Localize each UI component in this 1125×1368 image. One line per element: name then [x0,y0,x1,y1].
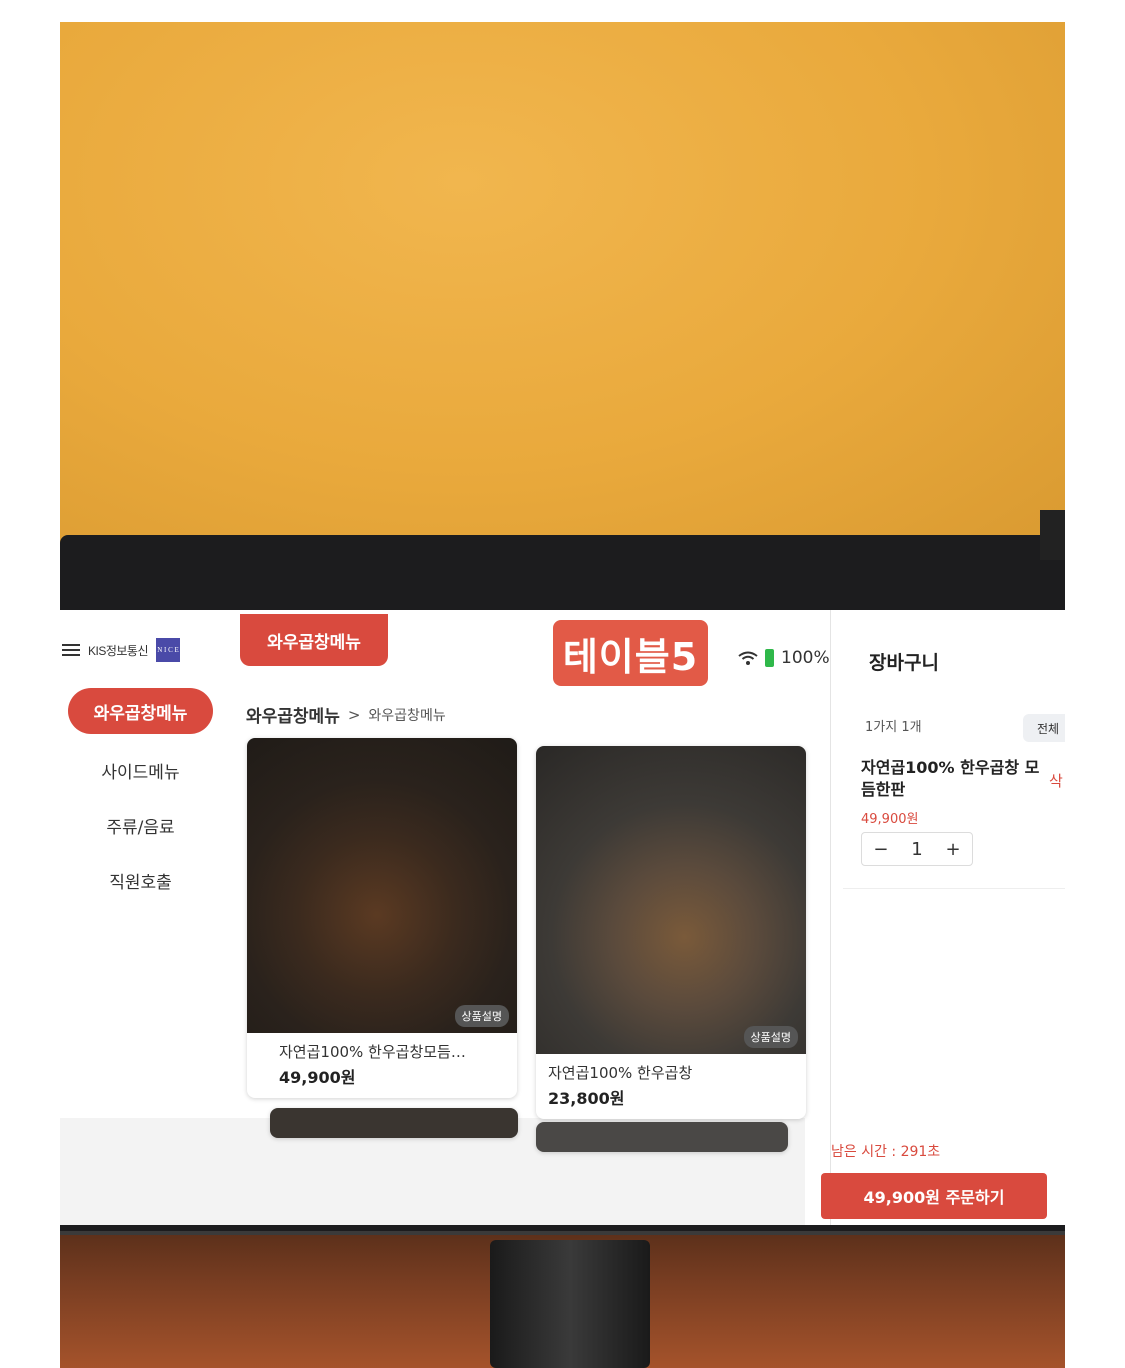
cart-title: 장바구니 [869,652,939,674]
remaining-time: 남은 시간 : 291초 [831,1144,941,1160]
status-bar: 100% [738,648,830,668]
cart-all-button[interactable]: 전체 [1023,714,1065,742]
breadcrumb-main: 와우곱창메뉴 [246,707,340,727]
product-name: 자연곱100% 한우곱창모듬… [279,1043,466,1061]
cart-item-name: 자연곱100% 한우곱창 모듬한판 [861,758,1040,799]
product-price: 49,900원 [279,1068,356,1087]
wifi-icon [738,651,758,665]
quantity-stepper: − 1 + [861,832,973,866]
product-image: 상품설명 [536,746,806,1054]
breadcrumb-sub: 와우곱창메뉴 [368,707,446,724]
battery-icon [765,649,774,667]
cart-count: 1가지 1개 [865,720,922,735]
background-wall [60,22,1065,552]
table-number-badge: 테이블5 [553,620,708,686]
product-description-button[interactable]: 상품설명 [743,1026,798,1048]
brand-header: KIS정보통신 N I C E [62,638,181,662]
battery-percent: 100% [781,648,830,668]
product-card[interactable]: 상품설명 자연곱100% 한우곱창 23,800원 [536,746,806,1119]
brand-name: KIS정보통신 [88,643,149,658]
order-button[interactable]: 49,900원 주문하기 [821,1173,1047,1219]
cart-item-price: 49,900원 [861,812,919,827]
breadcrumb-separator: > [347,705,361,724]
kiosk-screen: KIS정보통신 N I C E 와우곱창메뉴 사이드메뉴 주류/음료 직원호출 … [60,610,1065,1225]
nice-logo: N I C E [156,638,181,662]
product-price: 23,800원 [548,1089,625,1108]
product-image: 상품설명 [247,738,517,1033]
plus-button[interactable]: + [946,839,961,860]
cart-divider [843,888,1065,889]
sidebar-item-call-staff[interactable]: 직원호출 [68,857,213,903]
sidebar-item-drinks[interactable]: 주류/음료 [68,802,213,848]
sidebar-item-wow-menu[interactable]: 와우곱창메뉴 [68,688,213,734]
product-name: 자연곱100% 한우곱창 [548,1064,693,1082]
product-card-partial[interactable] [270,1108,518,1138]
product-description-button[interactable]: 상품설명 [454,1005,509,1027]
quantity-value: 1 [911,838,923,860]
tablet-clip [1040,510,1065,560]
cart-item-delete[interactable]: 삭 [1049,770,1063,791]
sidebar-item-side-menu[interactable]: 사이드메뉴 [68,747,213,793]
minus-button[interactable]: − [873,839,888,860]
tablet-stand [490,1240,650,1368]
product-card[interactable]: 상품설명 자연곱100% 한우곱창모듬… 49,900원 [247,738,517,1098]
category-tab[interactable]: 와우곱창메뉴 [240,614,388,666]
breadcrumb: 와우곱창메뉴 > 와우곱창메뉴 [246,702,446,728]
menu-icon[interactable] [62,644,80,656]
cart-panel: 장바구니 1가지 1개 전체 자연곱100% 한우곱창 모듬한판 삭 49,90… [821,610,1065,1225]
product-card-partial[interactable] [536,1122,788,1152]
